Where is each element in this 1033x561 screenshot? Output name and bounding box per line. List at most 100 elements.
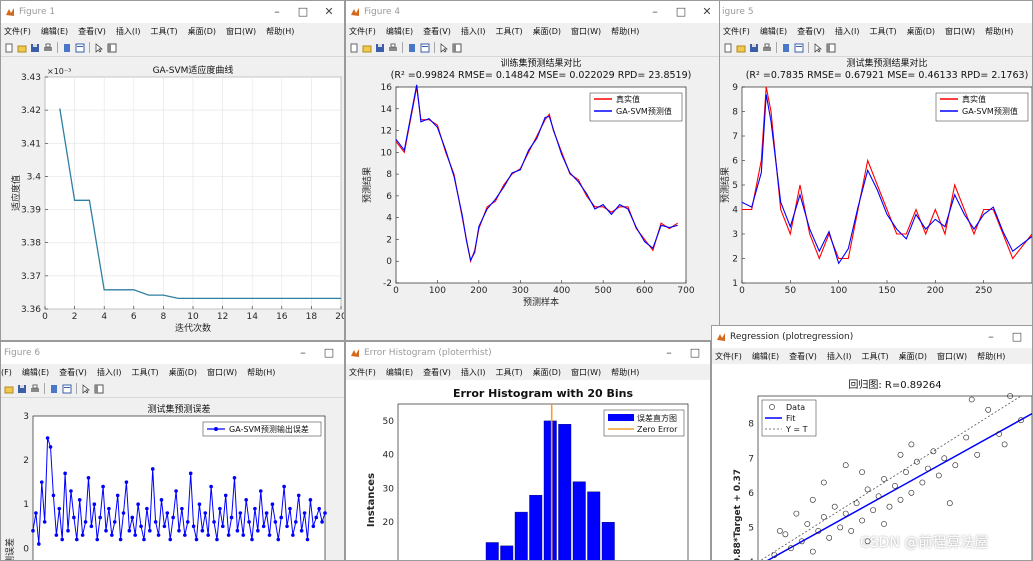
menu-insert[interactable]: 插入(I) — [461, 367, 486, 378]
menu-desktop[interactable]: 桌面(D) — [899, 351, 927, 362]
menu-file[interactable]: 文件(F) — [349, 367, 376, 378]
maximize-button[interactable]: □ — [668, 1, 694, 23]
open-folder-icon[interactable] — [362, 43, 372, 53]
menu-desktop[interactable]: 桌面(D) — [169, 367, 197, 378]
menu-file[interactable]: 文件(F) — [4, 26, 31, 37]
property-editor-icon[interactable] — [794, 43, 804, 53]
menu-insert[interactable]: 插入(I) — [461, 26, 486, 37]
menu-help[interactable]: 帮助(H) — [611, 26, 639, 37]
menu-edit[interactable]: 编辑(E) — [41, 26, 68, 37]
menu-help[interactable]: 帮助(H) — [985, 26, 1013, 37]
open-folder-icon[interactable] — [736, 43, 746, 53]
menu-edit[interactable]: 编辑(E) — [752, 351, 779, 362]
pointer-icon[interactable] — [94, 42, 104, 53]
open-folder-icon[interactable] — [17, 43, 27, 53]
pointer-icon[interactable] — [439, 42, 449, 53]
close-button[interactable]: ✕ — [316, 1, 342, 23]
menu-file[interactable]: (F) — [1, 368, 12, 377]
titlebar[interactable]: Figure 4 – □ ✕ — [346, 1, 722, 23]
menu-window[interactable]: 窗口(W) — [571, 26, 601, 37]
minimize-button[interactable]: – — [656, 342, 682, 364]
menu-insert[interactable]: 插入(I) — [116, 26, 141, 37]
dock-icon[interactable] — [407, 43, 417, 53]
figure5-window[interactable]: igure 5 文件(F) 编辑(E) 查看(V) 插入(I) 工具(T) 桌面… — [719, 0, 1033, 341]
dock-icon[interactable] — [781, 43, 791, 53]
menu-window[interactable]: 窗口(W) — [207, 367, 237, 378]
menu-tools[interactable]: 工具(T) — [150, 26, 177, 37]
open-folder-icon[interactable] — [4, 384, 14, 394]
titlebar[interactable]: Figure 1 – □ ✕ — [1, 1, 344, 23]
menu-tools[interactable]: 工具(T) — [131, 367, 158, 378]
maximize-button[interactable]: □ — [316, 342, 342, 364]
menu-desktop[interactable]: 桌面(D) — [533, 26, 561, 37]
save-icon[interactable] — [30, 43, 40, 53]
save-icon[interactable] — [749, 43, 759, 53]
menu-tools[interactable]: 工具(T) — [861, 351, 888, 362]
close-button[interactable]: ✕ — [694, 1, 720, 23]
new-file-icon[interactable] — [723, 43, 733, 53]
menu-insert[interactable]: 插入(I) — [835, 26, 860, 37]
minimize-button[interactable]: – — [642, 1, 668, 23]
titlebar[interactable]: igure 5 — [720, 1, 1032, 23]
menu-file[interactable]: 文件(F) — [715, 351, 742, 362]
menu-view[interactable]: 查看(V) — [789, 351, 817, 362]
print-icon[interactable] — [762, 43, 772, 53]
titlebar[interactable]: Error Histogram (ploterrhist) – □ — [346, 342, 710, 364]
menu-window[interactable]: 窗口(W) — [937, 351, 967, 362]
minimize-button[interactable]: – — [290, 342, 316, 364]
figure1-window[interactable]: Figure 1 – □ ✕ 文件(F) 编辑(E) 查看(V) 插入(I) 工… — [0, 0, 345, 341]
menu-view[interactable]: 查看(V) — [59, 367, 87, 378]
menu-edit[interactable]: 编辑(E) — [386, 26, 413, 37]
menu-insert[interactable]: 插入(I) — [97, 367, 122, 378]
menu-edit[interactable]: 编辑(E) — [386, 367, 413, 378]
save-icon[interactable] — [17, 384, 27, 394]
minimize-button[interactable]: – — [978, 326, 1004, 348]
panel-icon[interactable] — [94, 384, 104, 394]
panel-icon[interactable] — [452, 43, 462, 53]
new-file-icon[interactable] — [4, 43, 14, 53]
menu-help[interactable]: 帮助(H) — [977, 351, 1005, 362]
titlebar[interactable]: Figure 6 – □ — [1, 342, 344, 364]
minimize-button[interactable]: – — [264, 1, 290, 23]
menu-tools[interactable]: 工具(T) — [869, 26, 896, 37]
menu-help[interactable]: 帮助(H) — [247, 367, 275, 378]
print-icon[interactable] — [43, 43, 53, 53]
property-editor-icon[interactable] — [420, 43, 430, 53]
figure4-window[interactable]: Figure 4 – □ ✕ 文件(F) 编辑(E) 查看(V) 插入(I) 工… — [345, 0, 723, 341]
menu-window[interactable]: 窗口(W) — [571, 367, 601, 378]
menu-desktop[interactable]: 桌面(D) — [907, 26, 935, 37]
menu-view[interactable]: 查看(V) — [423, 367, 451, 378]
property-editor-icon[interactable] — [75, 43, 85, 53]
menu-window[interactable]: 窗口(W) — [226, 26, 256, 37]
menu-edit[interactable]: 编辑(E) — [22, 367, 49, 378]
maximize-button[interactable]: □ — [1004, 326, 1030, 348]
maximize-button[interactable]: □ — [682, 342, 708, 364]
error-histogram-window[interactable]: Error Histogram (ploterrhist) – □ 文件(F) … — [345, 341, 711, 561]
menu-view[interactable]: 查看(V) — [423, 26, 451, 37]
menu-help[interactable]: 帮助(H) — [611, 367, 639, 378]
menu-tools[interactable]: 工具(T) — [495, 26, 522, 37]
maximize-button[interactable]: □ — [290, 1, 316, 23]
pointer-icon[interactable] — [813, 42, 823, 53]
menu-file[interactable]: 文件(F) — [349, 26, 376, 37]
menu-edit[interactable]: 编辑(E) — [760, 26, 787, 37]
print-icon[interactable] — [388, 43, 398, 53]
pointer-icon[interactable] — [81, 383, 91, 394]
menu-tools[interactable]: 工具(T) — [495, 367, 522, 378]
menu-help[interactable]: 帮助(H) — [266, 26, 294, 37]
new-file-icon[interactable] — [349, 43, 359, 53]
menu-desktop[interactable]: 桌面(D) — [188, 26, 216, 37]
menu-window[interactable]: 窗口(W) — [945, 26, 975, 37]
regression-window[interactable]: Regression (plotregression) – □ 文件(F) 编辑… — [711, 325, 1033, 561]
menu-view[interactable]: 查看(V) — [797, 26, 825, 37]
figure6-window[interactable]: Figure 6 – □ (F) 编辑(E) 查看(V) 插入(I) 工具(T)… — [0, 341, 345, 561]
dock-icon[interactable] — [49, 384, 59, 394]
property-editor-icon[interactable] — [62, 384, 72, 394]
save-icon[interactable] — [375, 43, 385, 53]
menu-view[interactable]: 查看(V) — [78, 26, 106, 37]
panel-icon[interactable] — [107, 43, 117, 53]
dock-icon[interactable] — [62, 43, 72, 53]
menu-desktop[interactable]: 桌面(D) — [533, 367, 561, 378]
panel-icon[interactable] — [826, 43, 836, 53]
titlebar[interactable]: Regression (plotregression) – □ — [712, 326, 1032, 348]
